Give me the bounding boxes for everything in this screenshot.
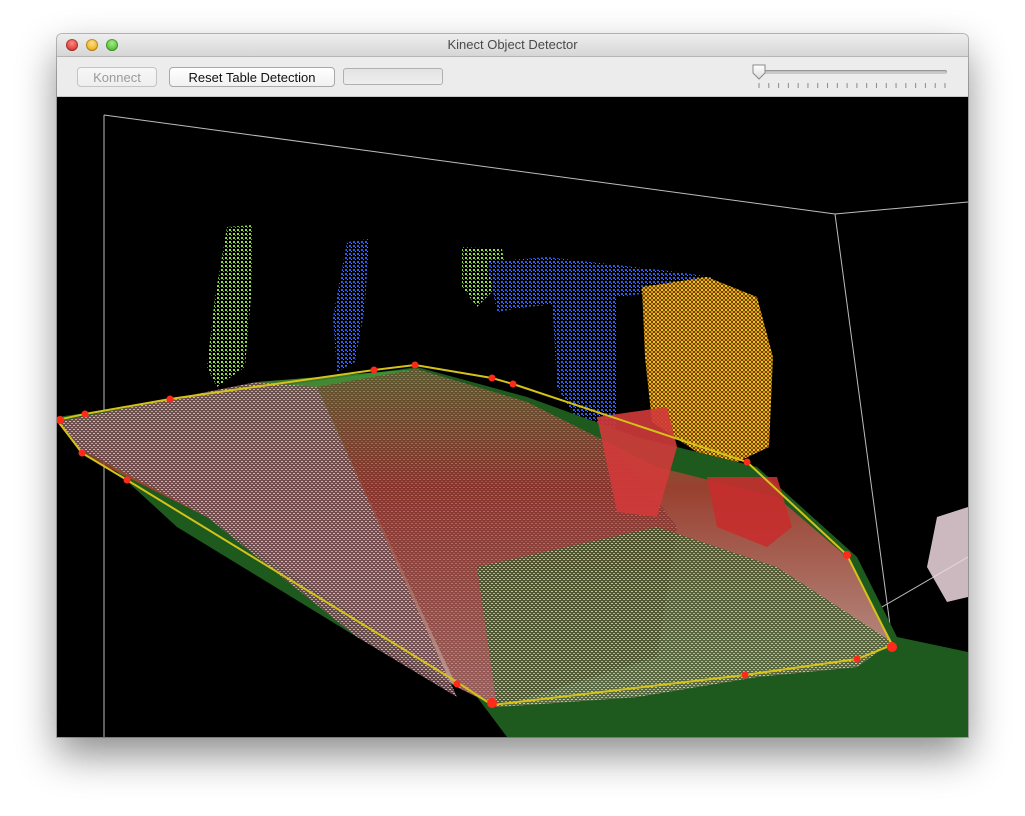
hull-vertex	[78, 449, 86, 457]
point-cloud-viewport[interactable]	[57, 97, 968, 737]
slider-ticks	[758, 83, 946, 88]
connect-button[interactable]: Konnect	[77, 67, 157, 87]
hull-vertex	[853, 655, 861, 663]
hull-vertex	[488, 374, 496, 382]
hull-vertex	[741, 671, 749, 679]
title-bar: Kinect Object Detector	[57, 34, 968, 57]
point-cloud-render	[57, 114, 968, 737]
hull-vertex	[509, 380, 517, 388]
hull-vertex	[887, 642, 897, 652]
reset-table-detection-button[interactable]: Reset Table Detection	[169, 67, 335, 87]
slider-track[interactable]	[753, 70, 947, 74]
slider-thumb[interactable]	[752, 64, 766, 80]
hull-vertex	[453, 680, 461, 688]
window-title: Kinect Object Detector	[447, 37, 578, 52]
toolbar: Konnect Reset Table Detection	[57, 57, 968, 97]
hull-vertex	[81, 410, 89, 418]
hull-vertex	[370, 366, 378, 374]
hull-vertex	[411, 361, 419, 369]
hull-vertex	[487, 698, 497, 708]
progress-bar	[343, 68, 443, 85]
hull-vertex	[843, 551, 851, 559]
hull-vertex	[743, 458, 751, 466]
hull-vertex	[123, 476, 131, 484]
app-window: Kinect Object Detector Konnect Reset Tab…	[57, 34, 968, 737]
hull-vertex	[166, 395, 174, 403]
threshold-slider[interactable]	[747, 63, 947, 91]
